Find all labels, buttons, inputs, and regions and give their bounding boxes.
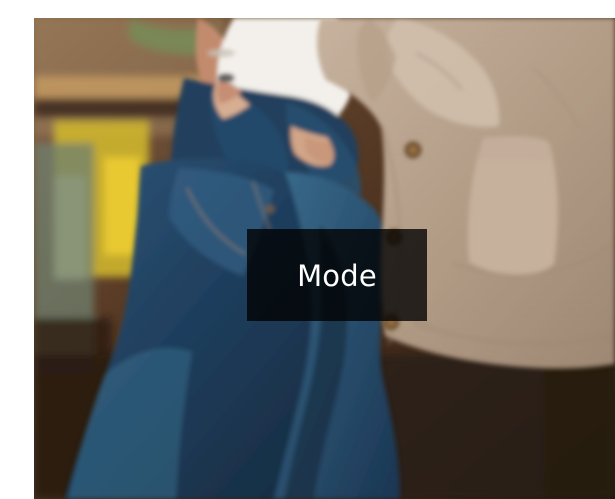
- category-tile-mode[interactable]: Mode: [34, 18, 615, 499]
- page-canvas: Mode: [0, 0, 615, 499]
- category-label-overlay[interactable]: Mode: [247, 229, 427, 321]
- category-label-text: Mode: [297, 258, 377, 293]
